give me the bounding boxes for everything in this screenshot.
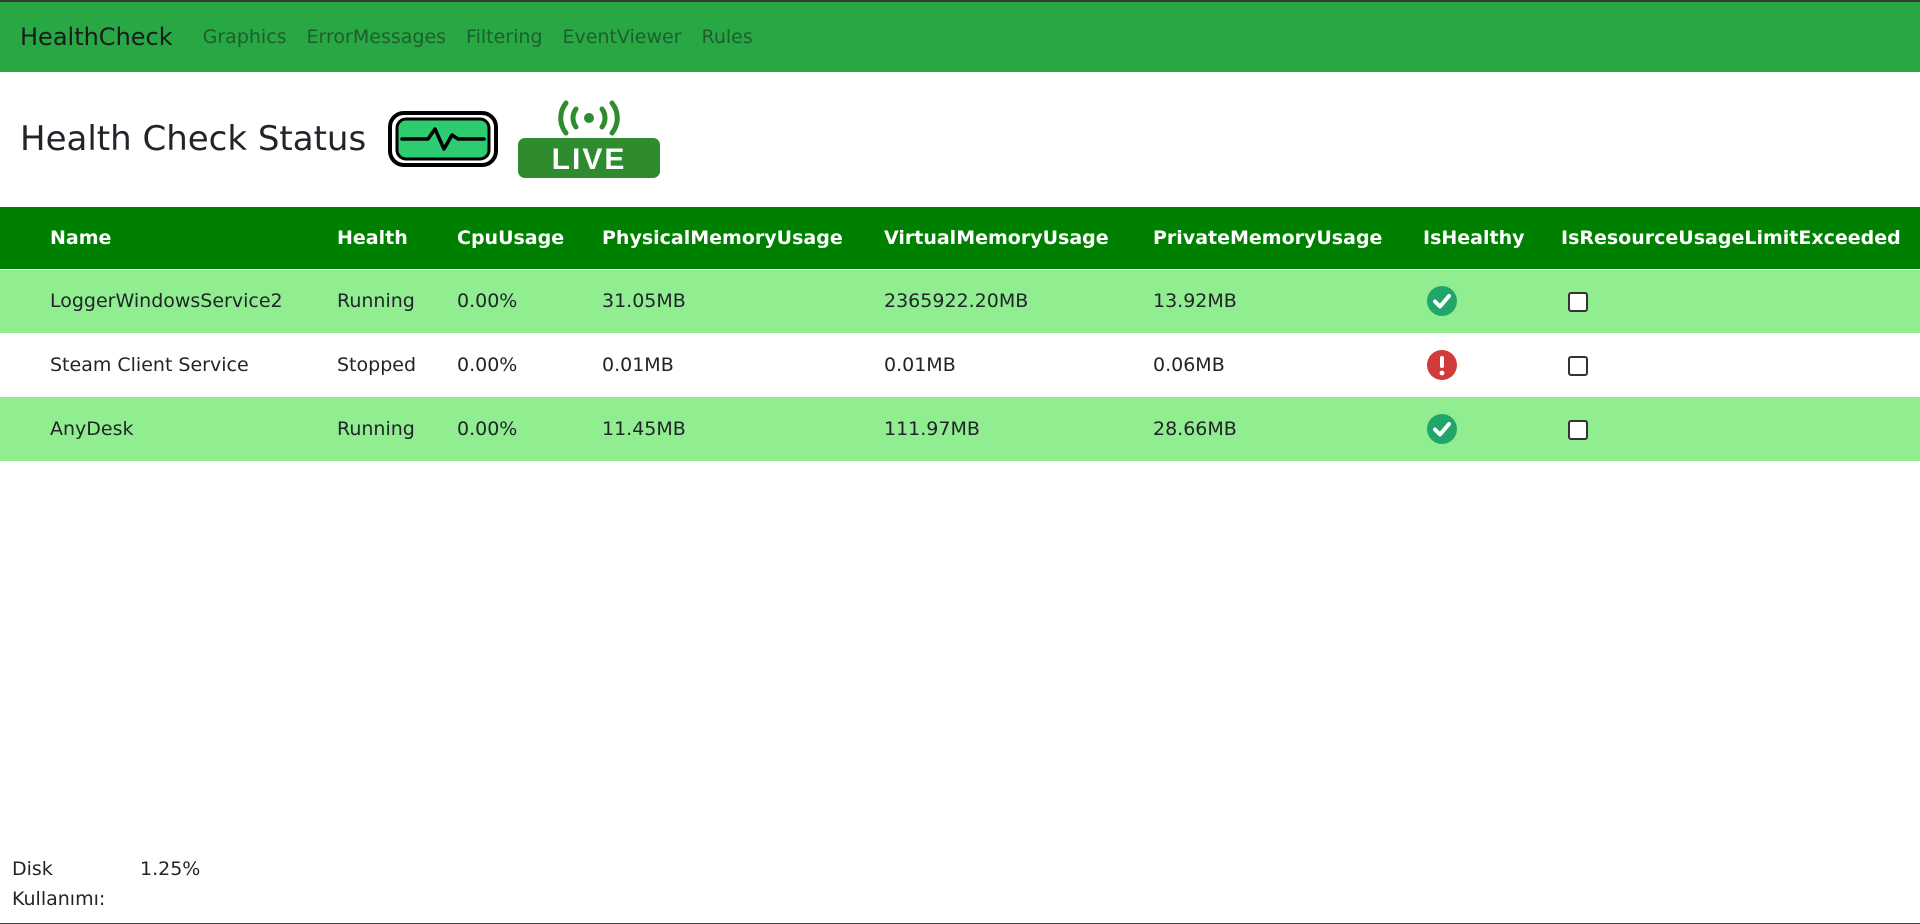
limit-exceeded-checkbox[interactable] — [1568, 419, 1588, 440]
column-header-health[interactable]: Health — [337, 207, 457, 270]
cell-private-memory: 0.06MB — [1153, 333, 1423, 397]
cell-physical-memory: 11.45MB — [602, 397, 884, 461]
cell-health: Running — [337, 397, 457, 461]
unhealthy-alert-icon — [1427, 350, 1457, 380]
health-status-table: Name Health CpuUsage PhysicalMemoryUsage… — [0, 207, 1920, 461]
cell-private-memory: 28.66MB — [1153, 397, 1423, 461]
healthy-check-icon — [1427, 286, 1457, 317]
column-header-limit-exceeded[interactable]: IsResourceUsageLimitExceeded — [1561, 207, 1920, 270]
column-header-is-healthy[interactable]: IsHealthy — [1423, 207, 1561, 270]
disk-usage: Disk Kullanımı: 1.25% — [12, 854, 200, 914]
cell-name: LoggerWindowsService2 — [0, 269, 337, 333]
table-header-row: Name Health CpuUsage PhysicalMemoryUsage… — [0, 207, 1920, 270]
column-header-private-memory[interactable]: PrivateMemoryUsage — [1153, 207, 1423, 270]
cell-private-memory: 13.92MB — [1153, 269, 1423, 333]
cell-health: Running — [337, 269, 457, 333]
live-broadcast-icon: LIVE — [518, 100, 661, 178]
cell-virtual-memory: 2365922.20MB — [884, 269, 1153, 333]
column-header-cpu-usage[interactable]: CpuUsage — [457, 207, 602, 270]
cell-cpu-usage: 0.00% — [457, 397, 602, 461]
cell-name: AnyDesk — [0, 397, 337, 461]
page-title: Health Check Status — [20, 119, 367, 159]
column-header-physical-memory[interactable]: PhysicalMemoryUsage — [602, 207, 884, 270]
cell-virtual-memory: 111.97MB — [884, 397, 1153, 461]
cell-is-healthy — [1423, 269, 1561, 333]
cell-cpu-usage: 0.00% — [457, 269, 602, 333]
cell-physical-memory: 31.05MB — [602, 269, 884, 333]
table-row: Steam Client Service Stopped 0.00% 0.01M… — [0, 333, 1920, 397]
nav-item-rules[interactable]: Rules — [702, 26, 753, 48]
disk-usage-label: Disk Kullanımı: — [12, 858, 106, 910]
cell-name: Steam Client Service — [0, 333, 337, 397]
limit-exceeded-checkbox[interactable] — [1568, 291, 1588, 312]
cell-is-healthy — [1423, 397, 1561, 461]
table-row: LoggerWindowsService2 Running 0.00% 31.0… — [0, 269, 1920, 333]
column-header-name[interactable]: Name — [0, 207, 337, 270]
cell-limit-exceeded — [1561, 269, 1920, 333]
nav-item-error-messages[interactable]: ErrorMessages — [307, 26, 447, 48]
nav-item-filtering[interactable]: Filtering — [466, 26, 542, 48]
top-navbar: HealthCheck Graphics ErrorMessages Filte… — [0, 2, 1920, 72]
healthy-check-icon — [1427, 414, 1457, 444]
heartbeat-monitor-icon — [388, 111, 499, 167]
brand-link[interactable]: HealthCheck — [20, 23, 173, 51]
nav-item-event-viewer[interactable]: EventViewer — [562, 26, 681, 48]
disk-usage-value: 1.25% — [140, 858, 201, 880]
page-header: Health Check Status LIVE — [20, 100, 661, 178]
cell-virtual-memory: 0.01MB — [884, 333, 1153, 397]
table-row: AnyDesk Running 0.00% 11.45MB 111.97MB 2… — [0, 397, 1920, 461]
cell-limit-exceeded — [1561, 397, 1920, 461]
cell-cpu-usage: 0.00% — [457, 333, 602, 397]
cell-limit-exceeded — [1561, 333, 1920, 397]
nav-item-graphics[interactable]: Graphics — [203, 26, 287, 48]
limit-exceeded-checkbox[interactable] — [1568, 355, 1588, 376]
live-label: LIVE — [552, 143, 627, 176]
cell-physical-memory: 0.01MB — [602, 333, 884, 397]
cell-health: Stopped — [337, 333, 457, 397]
column-header-virtual-memory[interactable]: VirtualMemoryUsage — [884, 207, 1153, 270]
cell-is-healthy — [1423, 333, 1561, 397]
